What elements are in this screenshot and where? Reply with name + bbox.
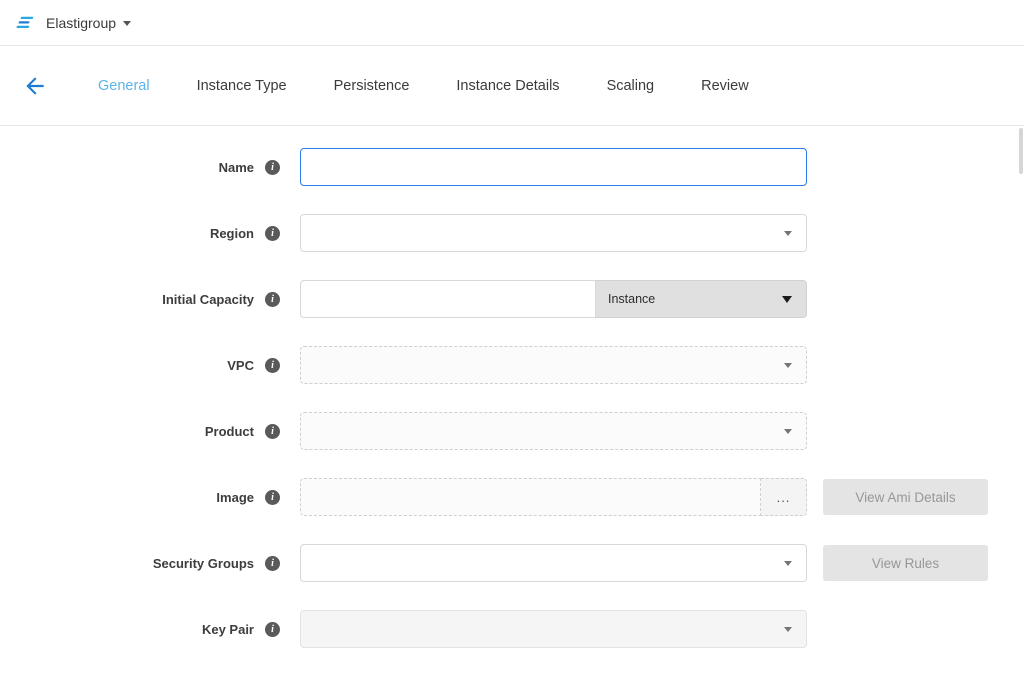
back-arrow-icon[interactable] bbox=[22, 73, 48, 99]
form-row-key-pair: Key Pair i bbox=[0, 610, 1024, 648]
top-bar: Elastigroup bbox=[0, 0, 1024, 46]
tab-scaling[interactable]: Scaling bbox=[607, 78, 655, 94]
vpc-label: VPC bbox=[227, 358, 254, 373]
info-icon[interactable]: i bbox=[265, 292, 280, 307]
vpc-select bbox=[300, 346, 807, 384]
tab-general[interactable]: General bbox=[98, 78, 150, 94]
region-select[interactable] bbox=[300, 214, 807, 252]
ellipsis-icon: ... bbox=[777, 490, 791, 505]
chevron-down-icon bbox=[784, 363, 792, 368]
general-settings-form: Name i Region i Initial Capacity i Inst bbox=[0, 126, 1024, 648]
form-row-initial-capacity: Initial Capacity i Instance bbox=[0, 280, 1024, 318]
form-row-product: Product i bbox=[0, 412, 1024, 450]
initial-capacity-label: Initial Capacity bbox=[162, 292, 254, 307]
tab-instance-details[interactable]: Instance Details bbox=[456, 78, 559, 94]
chevron-down-icon bbox=[123, 21, 131, 26]
view-rules-button[interactable]: View Rules bbox=[823, 545, 988, 581]
view-ami-details-button[interactable]: View Ami Details bbox=[823, 479, 988, 515]
info-icon[interactable]: i bbox=[265, 622, 280, 637]
capacity-unit-value: Instance bbox=[608, 292, 655, 306]
chevron-down-icon bbox=[784, 429, 792, 434]
elastigroup-logo-icon bbox=[16, 14, 38, 32]
security-groups-select[interactable] bbox=[300, 544, 807, 582]
info-icon[interactable]: i bbox=[265, 358, 280, 373]
image-label: Image bbox=[216, 490, 254, 505]
form-row-name: Name i bbox=[0, 148, 1024, 186]
info-icon[interactable]: i bbox=[265, 556, 280, 571]
info-icon[interactable]: i bbox=[265, 226, 280, 241]
form-row-image: Image i ... View Ami Details bbox=[0, 478, 1024, 516]
security-groups-label: Security Groups bbox=[153, 556, 254, 571]
name-input[interactable] bbox=[300, 148, 807, 186]
key-pair-label: Key Pair bbox=[202, 622, 254, 637]
wizard-tab-bar: General Instance Type Persistence Instan… bbox=[0, 46, 1024, 126]
tab-review[interactable]: Review bbox=[701, 78, 749, 94]
chevron-down-icon bbox=[782, 296, 792, 303]
initial-capacity-input[interactable] bbox=[300, 280, 596, 318]
info-icon[interactable]: i bbox=[265, 160, 280, 175]
chevron-down-icon bbox=[784, 627, 792, 632]
form-row-region: Region i bbox=[0, 214, 1024, 252]
region-label: Region bbox=[210, 226, 254, 241]
wizard-tabs: General Instance Type Persistence Instan… bbox=[98, 78, 796, 94]
chevron-down-icon bbox=[784, 561, 792, 566]
form-row-vpc: VPC i bbox=[0, 346, 1024, 384]
tab-persistence[interactable]: Persistence bbox=[334, 78, 410, 94]
form-row-security-groups: Security Groups i View Rules bbox=[0, 544, 1024, 582]
scrollbar-thumb[interactable] bbox=[1019, 128, 1023, 174]
product-label: Product bbox=[205, 424, 254, 439]
chevron-down-icon bbox=[784, 231, 792, 236]
product-select bbox=[300, 412, 807, 450]
brand-name: Elastigroup bbox=[46, 15, 116, 31]
image-input bbox=[300, 478, 761, 516]
product-switcher[interactable]: Elastigroup bbox=[16, 14, 131, 32]
key-pair-select[interactable] bbox=[300, 610, 807, 648]
tab-instance-type[interactable]: Instance Type bbox=[197, 78, 287, 94]
image-browse-button[interactable]: ... bbox=[761, 478, 807, 516]
info-icon[interactable]: i bbox=[265, 490, 280, 505]
name-label: Name bbox=[219, 160, 254, 175]
info-icon[interactable]: i bbox=[265, 424, 280, 439]
capacity-unit-select[interactable]: Instance bbox=[596, 280, 807, 318]
